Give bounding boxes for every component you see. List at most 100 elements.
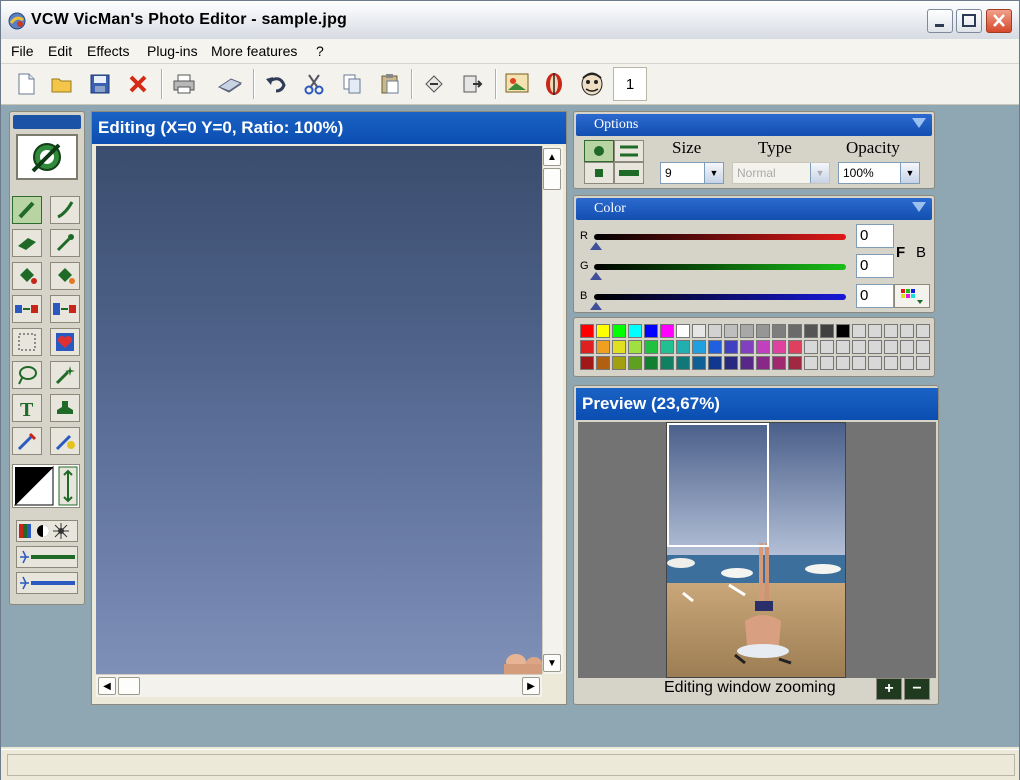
green-slider-track[interactable] [594,264,846,270]
opacity-select[interactable]: 100% ▼ [838,162,920,184]
palette-swatch[interactable] [788,356,802,370]
foreground-label[interactable]: F [896,244,905,261]
collapse-arrow-icon[interactable] [912,202,926,212]
palette-swatch[interactable] [628,340,642,354]
close-button[interactable] [986,9,1012,33]
palette-swatch[interactable] [692,324,706,338]
shape-round-button[interactable] [584,140,614,162]
palette-swatch[interactable] [836,356,850,370]
palette-swatch[interactable] [852,340,866,354]
palette-swatch[interactable] [740,324,754,338]
palette-swatch[interactable] [724,324,738,338]
palette-swatch[interactable] [692,340,706,354]
tool-palette-header[interactable] [13,115,81,129]
tool-color-brush[interactable] [12,427,42,455]
palette-swatch[interactable] [708,340,722,354]
size-select[interactable]: 9 ▼ [660,162,724,184]
import-button[interactable] [457,70,487,98]
export-button[interactable] [419,70,449,98]
palette-swatch[interactable] [852,324,866,338]
palette-swatch[interactable] [772,356,786,370]
palette-swatch[interactable] [820,340,834,354]
palette-swatch[interactable] [868,324,882,338]
palette-swatch[interactable] [756,356,770,370]
palette-swatch[interactable] [868,340,882,354]
blue-slider-track[interactable] [594,294,846,300]
tool-eyedropper[interactable] [50,229,80,257]
foreground-background-swatch[interactable] [12,464,80,508]
brightness-slider[interactable] [16,546,78,568]
menu-file[interactable]: File [11,43,34,59]
tool-red-eye[interactable] [50,427,80,455]
adjust-color-modes[interactable] [16,520,78,542]
zoom-out-button[interactable]: − [904,678,930,700]
blue-slider-thumb[interactable] [590,302,602,310]
palette-swatch[interactable] [724,356,738,370]
undo-button[interactable] [261,70,291,98]
palette-swatch[interactable] [916,340,930,354]
menu-help[interactable]: ? [316,43,324,59]
red-slider-thumb[interactable] [590,242,602,250]
background-label[interactable]: B [916,244,926,261]
horizontal-scroll-thumb[interactable] [118,677,140,695]
maximize-button[interactable] [956,9,982,33]
page-number-field[interactable]: 1 [613,67,647,101]
palette-swatch[interactable] [628,356,642,370]
collapse-arrow-icon[interactable] [912,118,926,128]
palette-swatch[interactable] [708,356,722,370]
palette-swatch[interactable] [612,356,626,370]
palette-swatch[interactable] [708,324,722,338]
editing-canvas[interactable] [96,146,542,674]
tool-rect-select[interactable] [12,328,42,356]
zoom-in-button[interactable]: + [876,678,902,700]
tool-eraser[interactable] [12,229,42,257]
palette-swatch[interactable] [612,324,626,338]
tool-clone[interactable] [12,295,42,323]
palette-swatch[interactable] [804,324,818,338]
shape-bar-button[interactable] [614,162,644,184]
current-tool-display[interactable] [16,134,78,180]
minimize-button[interactable] [927,9,953,33]
palette-swatch[interactable] [804,340,818,354]
palette-swatch[interactable] [644,356,658,370]
color-panel-header[interactable]: Color [576,198,932,220]
palette-swatch[interactable] [916,324,930,338]
tool-heart-select[interactable] [50,328,80,356]
contrast-slider[interactable] [16,572,78,594]
palette-swatch[interactable] [900,340,914,354]
palette-swatch[interactable] [724,340,738,354]
title-bar[interactable]: VCW VicMan's Photo Editor - sample.jpg [1,1,1019,40]
red-slider-track[interactable] [594,234,846,240]
tool-stamp[interactable] [50,394,80,422]
preview-area[interactable] [578,422,936,682]
palette-swatch[interactable] [884,340,898,354]
print-button[interactable] [169,70,199,98]
red-value-input[interactable]: 0 [856,224,894,248]
horizontal-scrollbar[interactable]: ◀ ▶ [96,674,542,697]
palette-swatch[interactable] [596,356,610,370]
palette-swatch[interactable] [644,324,658,338]
palette-swatch[interactable] [820,356,834,370]
menu-plugins[interactable]: Plug-ins [147,43,198,59]
palette-swatch[interactable] [884,356,898,370]
palette-swatch[interactable] [868,356,882,370]
preview-photo[interactable] [666,422,846,678]
palette-swatch[interactable] [772,340,786,354]
palette-swatch[interactable] [644,340,658,354]
tool-pencil[interactable] [12,196,42,224]
palette-swatch[interactable] [676,324,690,338]
tool-text[interactable]: T [12,394,42,422]
palette-swatch[interactable] [772,324,786,338]
tool-gradient-fill[interactable] [50,262,80,290]
options-panel-header[interactable]: Options [576,114,932,136]
preview-viewport-frame[interactable] [667,423,769,547]
blue-value-input[interactable]: 0 [856,284,894,308]
palette-swatch[interactable] [788,340,802,354]
palette-swatch[interactable] [756,324,770,338]
palette-swatch[interactable] [900,324,914,338]
vertical-scroll-thumb[interactable] [543,168,561,190]
palette-swatch[interactable] [596,324,610,338]
delete-button[interactable] [123,70,153,98]
palette-swatch[interactable] [660,340,674,354]
palette-swatch[interactable] [580,324,594,338]
